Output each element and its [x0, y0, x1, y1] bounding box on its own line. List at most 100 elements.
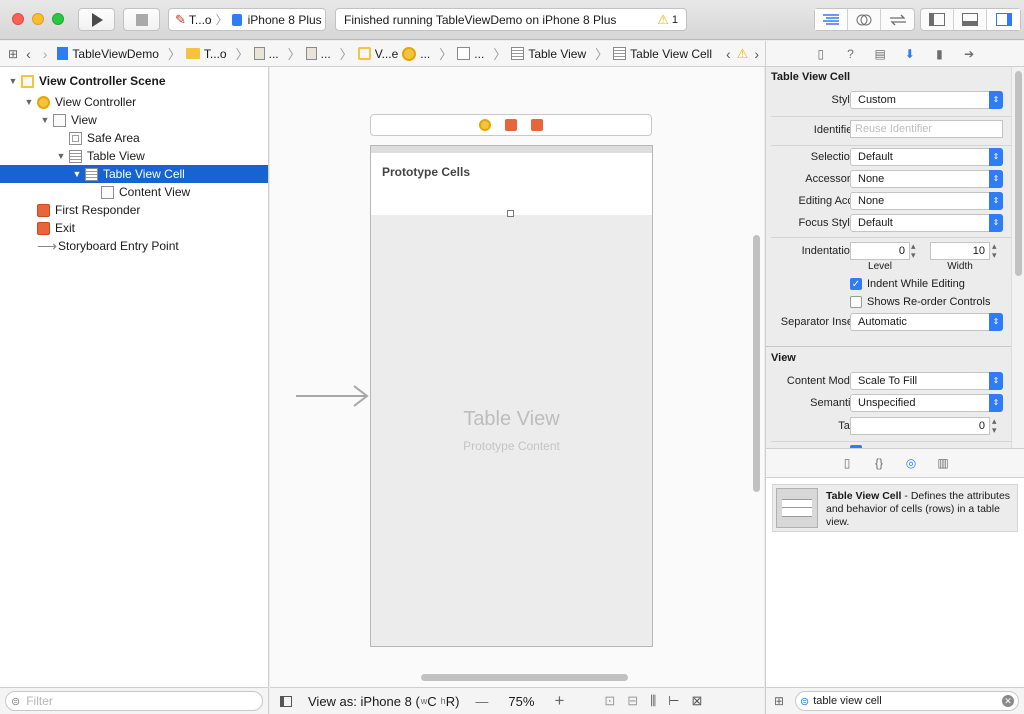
resize-handle[interactable]	[507, 210, 514, 217]
jump-bar-item[interactable]: ...	[253, 47, 279, 61]
view-icon	[53, 113, 66, 127]
attributes-inspector-icon[interactable]: ⬇	[903, 47, 917, 61]
assistant-editor-button[interactable]	[848, 9, 881, 30]
view-controller-dock-icon[interactable]	[479, 119, 491, 131]
size-inspector-icon[interactable]: ▮	[932, 47, 946, 61]
horizontal-scrollbar[interactable]	[421, 674, 628, 681]
jump-bar-item[interactable]: V...e	[357, 47, 398, 61]
jump-bar-item[interactable]: T...o	[185, 47, 227, 61]
standard-editor-button[interactable]	[815, 9, 848, 30]
indentation-width-field[interactable]: 10	[930, 242, 990, 260]
library-filter-field[interactable]: ⊜ table view cell ✕	[795, 691, 1019, 711]
add-constraints-icon[interactable]: ⊢	[668, 693, 679, 709]
prototype-cell[interactable]: Prototype Cells	[371, 153, 652, 217]
run-button[interactable]	[78, 8, 115, 31]
disclosure-triangle-icon[interactable]: ▼	[8, 76, 18, 86]
identifier-field[interactable]: Reuse Identifier	[850, 120, 1003, 138]
exit-dock-icon[interactable]	[531, 119, 543, 131]
outline-row[interactable]: ⟶ Storyboard Entry Point	[0, 237, 268, 255]
jump-bar-item[interactable]: Table View	[511, 47, 586, 61]
view-controller-scene[interactable]: Prototype Cells Table View Prototype Con…	[370, 145, 653, 647]
shows-reorder-checkbox[interactable]	[850, 296, 862, 308]
media-library-icon[interactable]: ▥	[936, 456, 950, 470]
next-issue-icon[interactable]: ›	[754, 46, 759, 62]
toggle-outline-icon[interactable]	[280, 695, 292, 707]
toggle-debug-area-button[interactable]	[954, 9, 987, 30]
disclosure-triangle-icon[interactable]: ▼	[56, 151, 66, 161]
zoom-window-button[interactable]	[52, 13, 64, 25]
outline-row[interactable]: Safe Area	[0, 129, 268, 147]
jump-bar-item[interactable]: Table View Cell	[613, 47, 712, 61]
disclosure-triangle-icon[interactable]: ▼	[24, 97, 34, 107]
storyboard-entry-arrow[interactable]	[296, 383, 370, 409]
file-inspector-icon[interactable]: ▯	[814, 47, 828, 61]
activity-status-text: Finished running TableViewDemo on iPhone…	[344, 12, 617, 27]
align-icon[interactable]: ⫼	[650, 693, 656, 709]
toggle-utilities-button[interactable]	[987, 9, 1020, 30]
close-window-button[interactable]	[12, 13, 24, 25]
toggle-navigator-button[interactable]	[921, 9, 954, 30]
outline-row[interactable]: ▼ Table View	[0, 147, 268, 165]
level-stepper-icon[interactable]: ▴ ▾	[911, 242, 916, 260]
storyboard-canvas[interactable]: Prototype Cells Table View Prototype Con…	[270, 67, 764, 687]
outline-row[interactable]: Content View	[0, 183, 268, 201]
disclosure-triangle-icon[interactable]: ▼	[72, 169, 82, 179]
editing-acc-popup[interactable]: None ⇕	[850, 192, 1003, 210]
previous-issue-icon[interactable]: ‹	[726, 46, 731, 62]
accessory-popup[interactable]: None ⇕	[850, 170, 1003, 188]
jump-bar-item[interactable]: ...	[305, 47, 331, 61]
outline-scene-row[interactable]: ▼ View Controller Scene	[0, 72, 268, 90]
version-editor-button[interactable]	[881, 9, 914, 30]
related-items-icon[interactable]: ⊞	[8, 47, 18, 61]
jump-bar-item[interactable]: ...	[402, 46, 430, 61]
embed-in-stack-icon[interactable]: ⊟	[627, 693, 638, 709]
disclosure-triangle-icon[interactable]: ▼	[40, 115, 50, 125]
focus-style-popup[interactable]: Default ⇕	[850, 214, 1003, 232]
indentation-level-field[interactable]: 0	[850, 242, 910, 260]
outline-row[interactable]: ▼ View	[0, 111, 268, 129]
style-popup[interactable]: Custom ⇕	[850, 91, 1003, 109]
separator-inset-popup[interactable]: Automatic ⇕	[850, 313, 1003, 331]
zoom-level[interactable]: 75%	[508, 694, 534, 709]
scheme-selector[interactable]: ✎ T...o 〉 iPhone 8 Plus	[168, 8, 326, 31]
tag-stepper-icon[interactable]: ▴ ▾	[992, 417, 997, 435]
outline-row[interactable]: Exit	[0, 219, 268, 237]
back-arrow-icon[interactable]: ‹	[26, 46, 31, 62]
outline-filter-field[interactable]: ⊜ Filter	[5, 691, 263, 711]
activity-viewer[interactable]: Finished running TableViewDemo on iPhone…	[335, 8, 687, 31]
outline-row[interactable]: ▼ View Controller	[0, 93, 268, 111]
minimize-window-button[interactable]	[32, 13, 44, 25]
resolve-issues-icon[interactable]: ⊠	[692, 693, 703, 709]
view-as-label[interactable]: View as: iPhone 8 (	[308, 694, 420, 709]
indent-while-editing-checkbox[interactable]: ✓	[850, 278, 862, 290]
width-stepper-icon[interactable]: ▴ ▾	[992, 242, 997, 260]
jump-bar-item[interactable]: ...	[457, 47, 484, 61]
editor-mode-control[interactable]	[814, 8, 915, 31]
semantic-popup[interactable]: Unspecified ⇕	[850, 394, 1003, 412]
file-template-library-icon[interactable]: ▯	[840, 456, 854, 470]
grid-view-icon[interactable]: ⊞	[774, 694, 784, 708]
connections-inspector-icon[interactable]: ➔	[962, 47, 976, 61]
zoom-in-button[interactable]: +	[554, 691, 564, 711]
content-mode-popup[interactable]: Scale To Fill ⇕	[850, 372, 1003, 390]
first-responder-dock-icon[interactable]	[505, 119, 517, 131]
selection-popup[interactable]: Default ⇕	[850, 148, 1003, 166]
update-frames-icon[interactable]: ⊡	[604, 693, 615, 709]
jump-bar-item[interactable]: TableViewDemo	[57, 47, 159, 61]
forward-arrow-icon[interactable]: ›	[43, 46, 48, 62]
zoom-out-button[interactable]: —	[475, 694, 488, 709]
library-item[interactable]: Table View Cell - Defines the attributes…	[772, 484, 1018, 532]
stop-button[interactable]	[123, 8, 160, 31]
outline-row-selected[interactable]: ▼ Table View Cell	[0, 165, 268, 183]
panel-visibility-control[interactable]	[920, 8, 1021, 31]
object-library-icon[interactable]: ◎	[904, 456, 918, 470]
issue-warning-icon[interactable]: ⚠	[737, 46, 749, 62]
vertical-scrollbar[interactable]	[753, 235, 760, 492]
identity-inspector-icon[interactable]: ▤	[873, 47, 887, 61]
outline-row[interactable]: First Responder	[0, 201, 268, 219]
tag-field[interactable]: 0	[850, 417, 990, 435]
quick-help-icon[interactable]: ?	[843, 47, 857, 61]
inspector-scrollbar[interactable]	[1015, 71, 1022, 276]
code-snippet-library-icon[interactable]: {}	[872, 456, 886, 470]
clear-filter-icon[interactable]: ✕	[1002, 695, 1014, 707]
